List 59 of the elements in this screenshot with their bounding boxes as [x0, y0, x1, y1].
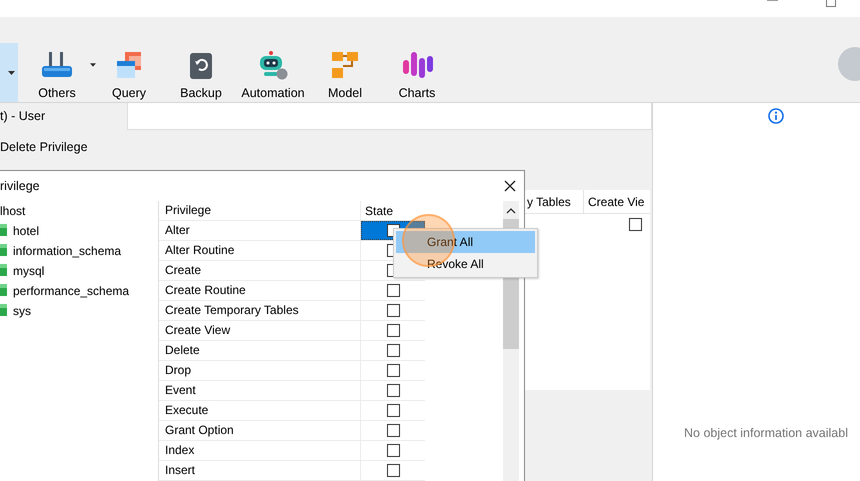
- table-icon: [115, 50, 143, 80]
- caret-icon[interactable]: [8, 70, 15, 74]
- delete-privilege-button[interactable]: Delete Privilege: [0, 139, 88, 155]
- column-header: y Tables: [526, 194, 572, 211]
- checkbox[interactable]: [386, 304, 400, 317]
- checkbox[interactable]: [629, 218, 642, 230]
- tree-item[interactable]: performance_schema: [13, 282, 130, 300]
- backup-icon: [189, 52, 213, 80]
- info-icon[interactable]: [768, 108, 784, 124]
- checkbox[interactable]: [386, 424, 400, 437]
- checkbox[interactable]: [386, 384, 400, 397]
- toolbar-button[interactable]: Query: [96, 43, 162, 103]
- tree-item[interactable]: information_schema: [13, 242, 122, 260]
- privilege-name: Create Temporary Tables: [159, 301, 361, 320]
- menu-item[interactable]: Grant All: [396, 231, 535, 253]
- checkbox[interactable]: [386, 284, 400, 297]
- caret-icon[interactable]: [90, 63, 96, 67]
- privilege-name: Create Routine: [159, 281, 361, 300]
- privilege-name: Insert: [159, 461, 361, 480]
- toolbar-button[interactable]: Charts: [384, 43, 450, 103]
- database-icon: [0, 284, 7, 298]
- checkbox[interactable]: [386, 404, 400, 417]
- privilege-name: Create: [159, 261, 361, 280]
- column-header: Create Vie: [583, 190, 649, 213]
- checkbox[interactable]: [386, 324, 400, 337]
- toolbar-button[interactable]: Automation: [240, 43, 306, 103]
- diagram-icon: [330, 50, 360, 80]
- column-header: Privilege: [159, 201, 361, 220]
- bar-chart-icon: [400, 50, 434, 80]
- privilege-name: Grant Option: [159, 421, 361, 440]
- tree-item[interactable]: hotel: [13, 222, 40, 240]
- toolbar-button[interactable]: Backup: [168, 43, 234, 103]
- column-header: State: [364, 202, 394, 220]
- toolbar-button[interactable]: Others: [24, 43, 90, 103]
- checkbox[interactable]: [386, 444, 400, 457]
- database-icon: [0, 264, 7, 278]
- privilege-name: Delete: [159, 341, 361, 360]
- privilege-name: Event: [159, 381, 361, 400]
- tree-item[interactable]: mysql: [13, 262, 44, 280]
- privilege-name: Alter Routine: [159, 241, 361, 260]
- privilege-name: Index: [159, 441, 361, 460]
- close-icon[interactable]: [504, 180, 516, 192]
- tree-item[interactable]: sys: [13, 302, 31, 320]
- checkbox[interactable]: [386, 464, 400, 477]
- privilege-name: Create View: [159, 321, 361, 340]
- dialog-title: rivilege: [0, 178, 40, 195]
- toolbar-button[interactable]: Model: [312, 43, 378, 103]
- tab-title: t) - User: [0, 108, 46, 125]
- database-icon: [0, 244, 7, 258]
- maximize-icon[interactable]: [826, 0, 836, 7]
- text-field[interactable]: [127, 103, 652, 130]
- tree-item[interactable]: lhost: [0, 201, 158, 221]
- checkbox[interactable]: [386, 344, 400, 357]
- checkbox[interactable]: [386, 364, 400, 377]
- privilege-name: Drop: [159, 361, 361, 380]
- info-message: No object information availabl: [684, 425, 849, 442]
- database-icon: [0, 224, 7, 238]
- privilege-name: Execute: [159, 401, 361, 420]
- database-icon: [0, 304, 7, 318]
